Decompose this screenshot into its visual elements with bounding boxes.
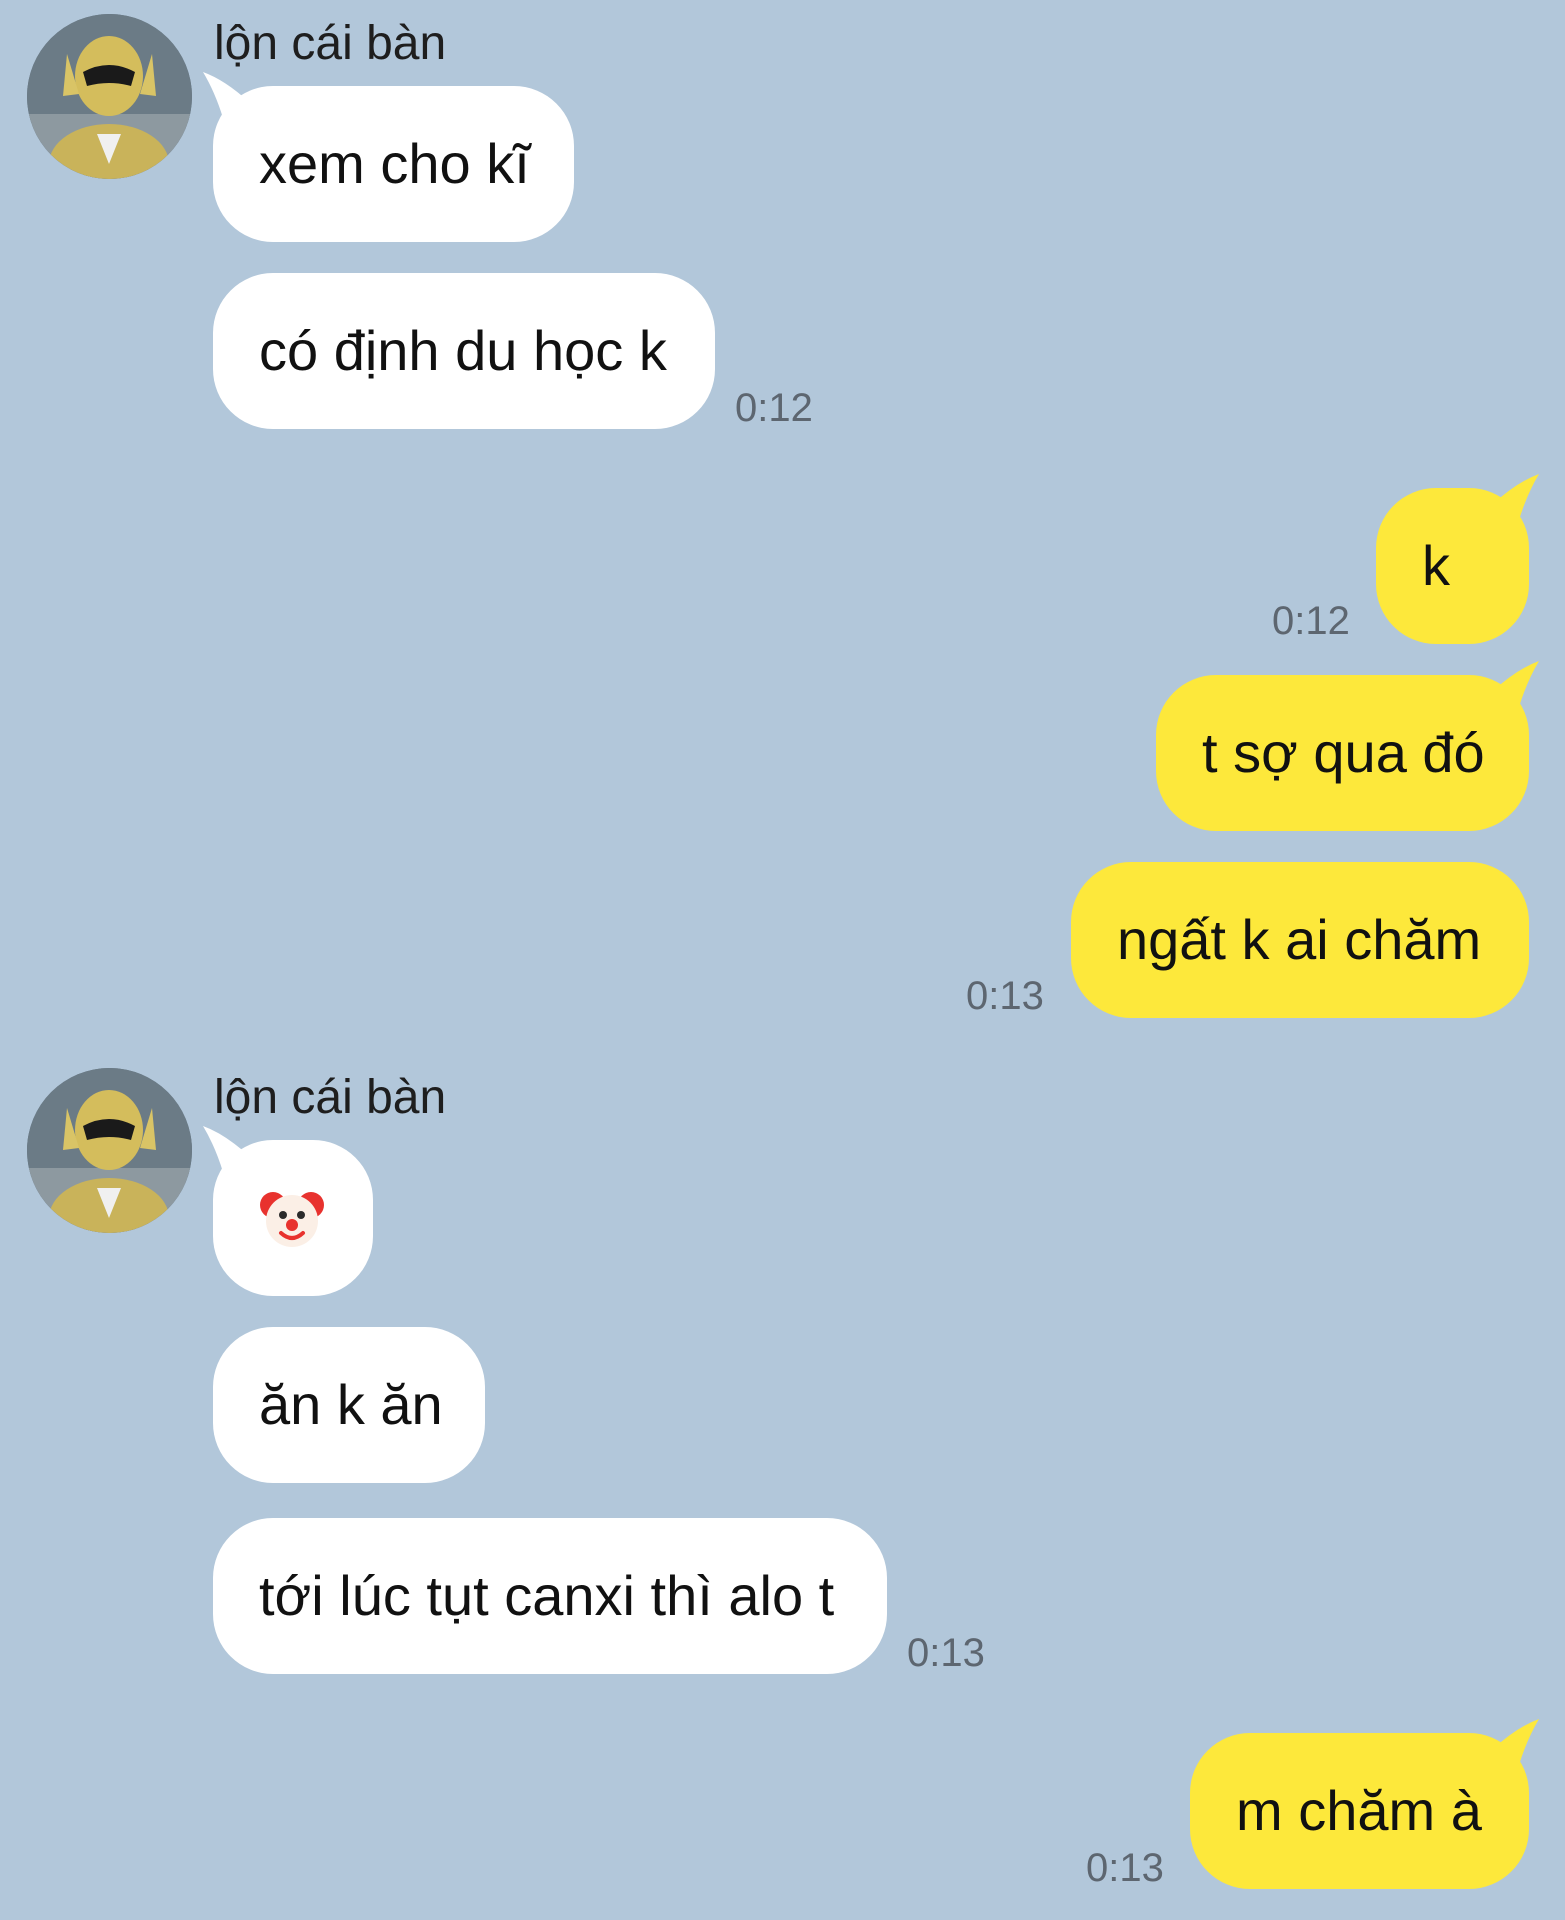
message-bubble[interactable]: có định du học k [213,273,715,429]
message-text: ăn k ăn [259,1373,443,1436]
chat-window[interactable]: lộn cái bàn xem cho kĩ có định du học k … [0,0,1565,1920]
sender-name: lộn cái bàn [214,17,447,70]
message-bubble[interactable]: tới lúc tụt canxi thì alo t [213,1518,887,1674]
message-bubble[interactable]: m chăm à [1190,1719,1539,1889]
clown-emoji-icon [260,1192,324,1247]
contact-avatar[interactable] [27,14,192,179]
message-bubble[interactable]: t sợ qua đó [1156,661,1539,831]
message-text: xem cho kĩ [259,132,530,195]
message-bubble[interactable]: ngất k ai chăm [1071,862,1529,1018]
message-text: m chăm à [1236,1779,1482,1842]
message-text: ngất k ai chăm [1117,908,1482,971]
sender-name: lộn cái bàn [214,1071,447,1124]
message-timestamp: 0:12 [735,386,813,430]
message-timestamp: 0:13 [1086,1846,1164,1890]
message-timestamp: 0:13 [966,974,1044,1018]
bubble-tail-icon [203,72,249,118]
message-text: có định du học k [259,319,667,382]
message-text: t sợ qua đó [1202,721,1485,784]
message-text: k [1422,534,1450,597]
message-bubble[interactable]: k [1376,474,1539,644]
bubble-tail-icon [1493,661,1539,707]
message-bubble[interactable]: ăn k ăn [213,1327,485,1483]
bubble-tail-icon [203,1126,249,1172]
bubble-tail-icon [1493,1719,1539,1765]
message-timestamp: 0:13 [907,1631,985,1675]
message-bubble[interactable] [203,1126,373,1296]
message-text: tới lúc tụt canxi thì alo t [259,1564,835,1627]
contact-avatar[interactable] [27,1068,192,1233]
message-bubble[interactable]: xem cho kĩ [203,72,574,242]
message-timestamp: 0:12 [1272,599,1350,643]
avatar-image-icon [27,14,192,179]
bubble-tail-icon [1493,474,1539,520]
avatar-image-icon [27,1068,192,1233]
